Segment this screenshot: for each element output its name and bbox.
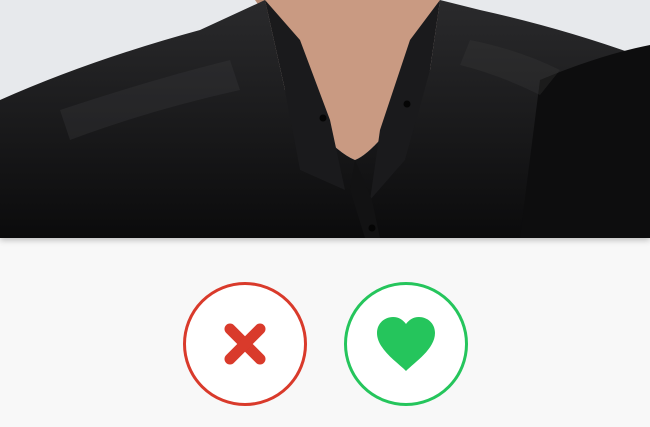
like-button[interactable] [344, 282, 468, 406]
profile-photo-image [0, 0, 650, 238]
close-icon [224, 323, 266, 365]
action-bar [0, 238, 650, 427]
heart-icon [377, 317, 435, 371]
swipe-card-screen [0, 0, 650, 427]
nope-button[interactable] [183, 282, 307, 406]
profile-photo[interactable] [0, 0, 650, 238]
